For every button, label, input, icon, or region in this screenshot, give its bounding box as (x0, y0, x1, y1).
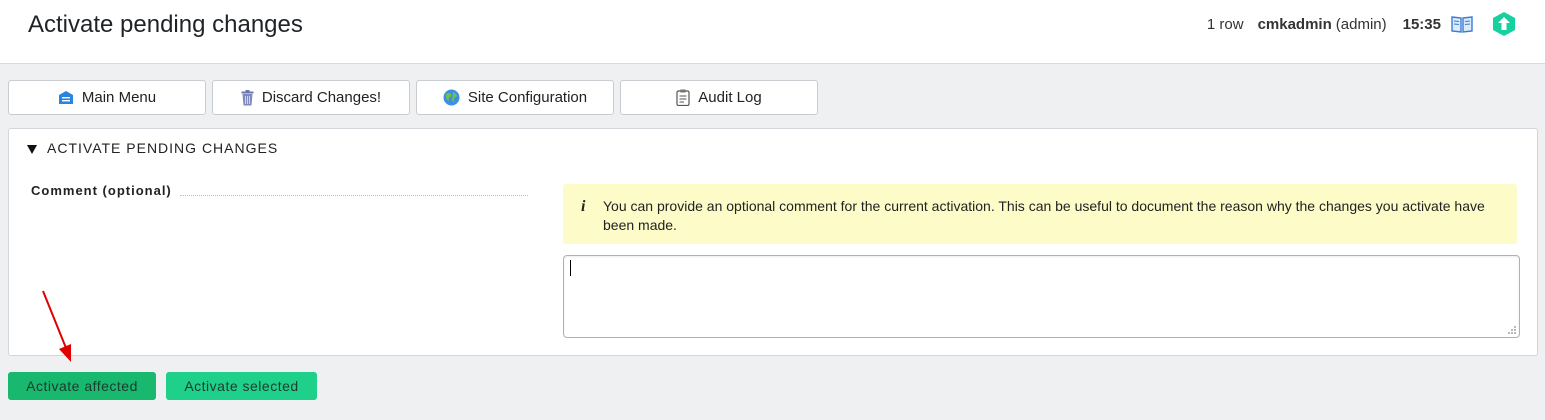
info-text: You can provide an optional comment for … (603, 198, 1485, 233)
clock: 15:35 (1402, 15, 1441, 33)
globe-icon (443, 89, 460, 106)
annotation-arrow-icon (42, 290, 71, 362)
activate-changes-panel: ACTIVATE PENDING CHANGES Comment (option… (8, 128, 1538, 356)
clipboard-icon (676, 89, 690, 106)
audit-log-label: Audit Log (698, 89, 762, 106)
trash-icon (241, 89, 254, 105)
discard-changes-label: Discard Changes! (261, 89, 382, 106)
book-icon[interactable] (1451, 15, 1473, 33)
info-box: i You can provide an optional comment fo… (563, 184, 1517, 244)
checkmk-logo-icon[interactable] (1491, 11, 1517, 37)
audit-log-button[interactable]: Audit Log (620, 80, 818, 115)
comment-textarea[interactable] (563, 255, 1520, 338)
user-name[interactable]: cmkadmin (1258, 16, 1332, 33)
top-bar: Activate pending changes 1 row cmkadmin … (0, 0, 1545, 64)
user-role: (admin) (1335, 15, 1387, 33)
label-dots (179, 195, 528, 196)
page-menu-bar: Main Menu Discard Changes! Site Configur… (8, 80, 818, 115)
discard-changes-button[interactable]: Discard Changes! (212, 80, 410, 115)
text-caret (570, 260, 571, 276)
site-configuration-label: Site Configuration (467, 89, 588, 106)
resize-grip-icon[interactable] (1507, 325, 1517, 335)
row-count: 1 row (1206, 15, 1244, 33)
site-configuration-button[interactable]: Site Configuration (416, 80, 614, 115)
activate-selected-button[interactable]: Activate selected (166, 372, 317, 400)
header-status: 1 row cmkadmin (admin) 15:35 (1207, 10, 1517, 38)
info-icon: i (581, 198, 586, 215)
